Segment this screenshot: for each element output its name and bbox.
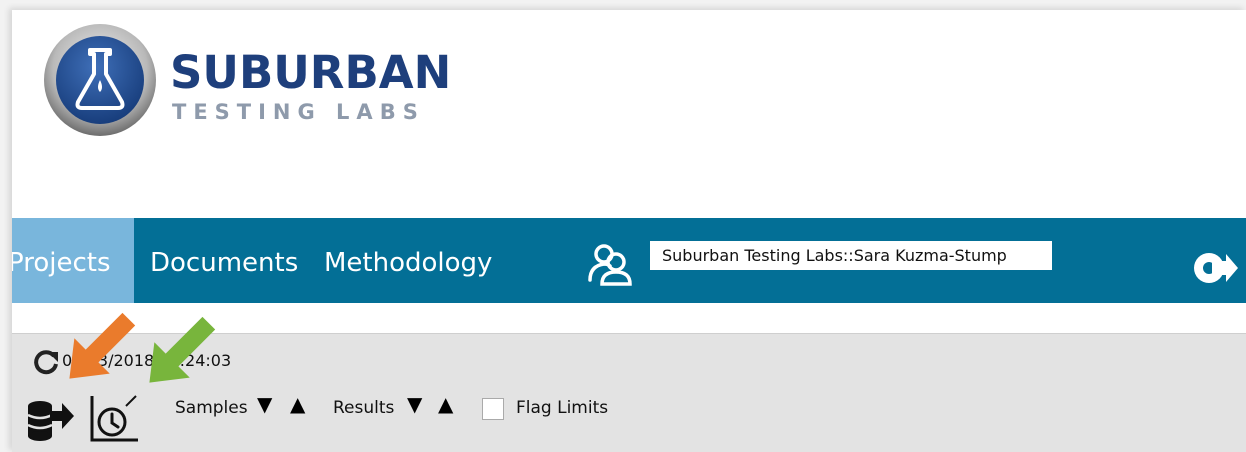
results-sort-down-button[interactable]: ▼ xyxy=(407,394,422,414)
orange-annotation-arrow xyxy=(69,312,136,379)
flag-limits-label: Flag Limits xyxy=(516,398,609,418)
main-nav: Projects Documents Methodology Suburban … xyxy=(12,218,1246,303)
database-export-icon[interactable] xyxy=(26,397,76,441)
nav-documents[interactable]: Documents xyxy=(150,218,298,303)
nav-methodology[interactable]: Methodology xyxy=(324,218,492,303)
results-sort-up-button[interactable]: ▲ xyxy=(438,394,453,414)
brand-tagline: TESTING LABS xyxy=(172,100,425,124)
samples-label: Samples xyxy=(175,398,248,418)
nav-projects-label: Projects xyxy=(12,248,111,278)
logo: SUBURBAN TESTING LABS xyxy=(42,22,462,152)
brand-name: SUBURBAN xyxy=(170,46,452,99)
page: SUBURBAN TESTING LABS Projects Documents… xyxy=(12,10,1246,452)
samples-sort-up-button[interactable]: ▲ xyxy=(290,394,305,414)
flask-icon xyxy=(44,24,156,136)
samples-sort-down-button[interactable]: ▼ xyxy=(257,394,272,414)
results-label: Results xyxy=(333,398,395,418)
green-annotation-arrow xyxy=(149,316,216,383)
current-user: Suburban Testing Labs::Sara Kuzma-Stump xyxy=(650,241,1052,270)
flag-limits-checkbox[interactable] xyxy=(482,398,504,420)
users-icon[interactable] xyxy=(586,240,632,286)
logout-icon[interactable] xyxy=(1192,250,1238,286)
nav-projects[interactable]: Projects xyxy=(12,218,134,303)
